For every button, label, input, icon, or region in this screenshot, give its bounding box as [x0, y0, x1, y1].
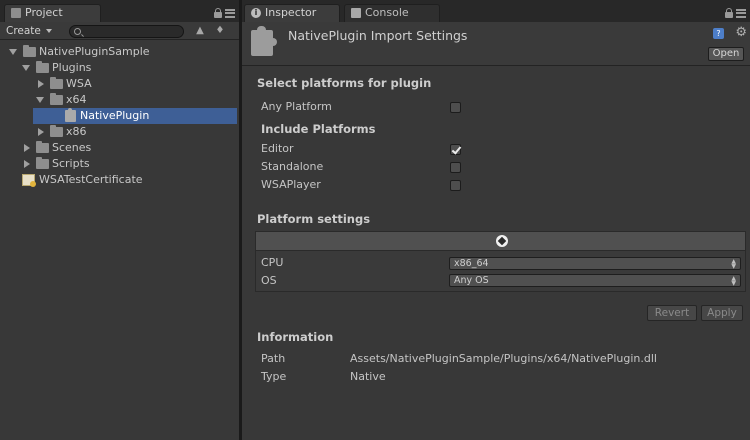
info-icon: i: [251, 8, 261, 18]
panel-menu-icon[interactable]: [225, 8, 235, 18]
inspector-header: NativePlugin Import Settings ? ⚙ Open: [242, 22, 750, 66]
tab-console-label: Console: [365, 6, 409, 19]
cpu-label: CPU: [261, 256, 284, 269]
os-label: OS: [261, 274, 277, 287]
revert-button[interactable]: Revert: [647, 305, 697, 321]
cpu-dropdown-value: x86_64: [454, 258, 489, 269]
tree-item-label: WSA: [66, 77, 92, 90]
editor-label: Editor: [261, 142, 294, 155]
cpu-dropdown[interactable]: x86_64 ▲ ▼: [449, 257, 741, 270]
standalone-label: Standalone: [261, 160, 324, 173]
tree-item-label: Plugins: [52, 61, 92, 74]
tree-item-label: Scripts: [52, 157, 90, 170]
inspector-panel: i Inspector Console NativePlugin Import …: [242, 0, 750, 440]
os-dropdown-value: Any OS: [454, 275, 489, 286]
folder-icon: [23, 45, 36, 57]
folder-icon: [36, 157, 49, 169]
type-label: Type: [261, 370, 287, 383]
tab-inspector[interactable]: i Inspector: [244, 4, 340, 22]
create-button-label: Create: [6, 25, 41, 37]
folder-icon: [50, 77, 63, 89]
editor-checkbox[interactable]: [450, 144, 461, 155]
filter-by-label-icon[interactable]: ♦: [213, 24, 227, 37]
plugin-icon: [65, 108, 76, 122]
tree-item-wsatestcertificate[interactable]: WSATestCertificate: [0, 172, 239, 188]
folder-icon: [36, 61, 49, 73]
filter-by-type-icon[interactable]: ▲: [193, 24, 207, 37]
path-value: Assets/NativePluginSample/Plugins/x64/Na…: [350, 352, 657, 365]
search-input[interactable]: [69, 25, 184, 38]
collapsed-arrow-icon[interactable]: [38, 128, 44, 136]
wsaplayer-checkbox[interactable]: [450, 180, 461, 191]
path-label: Path: [261, 352, 286, 365]
project-panel: Project Create ▲ ♦ NativePluginSample Pl…: [0, 0, 239, 440]
tree-item-scenes[interactable]: Scenes: [0, 140, 239, 156]
tree-item-nativeplugin[interactable]: NativePlugin: [33, 108, 237, 124]
tree-item-label: x86: [66, 125, 87, 138]
tab-console[interactable]: Console: [344, 4, 440, 22]
expand-arrow-icon[interactable]: [9, 49, 17, 55]
any-platform-checkbox[interactable]: [450, 102, 461, 113]
any-platform-label: Any Platform: [261, 100, 332, 113]
inspector-tab-tools: [725, 7, 746, 19]
os-dropdown[interactable]: Any OS ▲ ▼: [449, 274, 741, 287]
tree-item-plugins[interactable]: Plugins: [0, 60, 239, 76]
collapsed-arrow-icon[interactable]: [38, 80, 44, 88]
platform-tabbar: [256, 232, 745, 251]
gear-icon[interactable]: ⚙: [735, 25, 747, 40]
help-icon[interactable]: ?: [713, 28, 724, 39]
tree-item-label: NativePluginSample: [39, 45, 150, 58]
folder-icon: [50, 93, 63, 105]
open-button-label: Open: [712, 48, 740, 59]
expand-arrow-icon[interactable]: [36, 97, 44, 103]
apply-button-label: Apply: [707, 307, 737, 319]
information-title: Information: [257, 330, 334, 344]
tree-item-wsa[interactable]: WSA: [0, 76, 239, 92]
console-icon: [351, 8, 361, 18]
wsaplayer-label: WSAPlayer: [261, 178, 321, 191]
dropdown-arrows-icon: ▲ ▼: [731, 258, 736, 270]
unity-editor-tab-icon[interactable]: [496, 235, 508, 247]
open-button[interactable]: Open: [708, 47, 744, 61]
inspector-title: NativePlugin Import Settings: [288, 28, 468, 43]
tree-item-label: NativePlugin: [80, 109, 150, 122]
tree-item-x86[interactable]: x86: [0, 124, 239, 140]
platform-settings-box: CPU x86_64 ▲ ▼ OS Any OS ▲ ▼: [255, 231, 746, 292]
tab-inspector-label: Inspector: [265, 6, 317, 19]
plugin-icon: [251, 26, 277, 56]
standalone-checkbox[interactable]: [450, 162, 461, 173]
certificate-icon: [22, 174, 36, 187]
tree-item-label: WSATestCertificate: [39, 173, 143, 186]
tab-project-label: Project: [25, 6, 63, 19]
expand-arrow-icon[interactable]: [22, 65, 30, 71]
create-button[interactable]: Create: [6, 24, 53, 38]
folder-tab-icon: [11, 8, 21, 18]
lock-icon[interactable]: [214, 8, 222, 18]
project-toolbar: Create ▲ ♦: [0, 22, 239, 40]
tree-item-nativepluginsample[interactable]: NativePluginSample: [0, 44, 239, 60]
select-platforms-title: Select platforms for plugin: [257, 76, 432, 90]
include-platforms-title: Include Platforms: [261, 122, 376, 136]
folder-icon: [50, 125, 63, 137]
inspector-tabstrip: i Inspector Console: [242, 0, 750, 22]
project-tabstrip: Project: [0, 0, 239, 22]
apply-button[interactable]: Apply: [701, 305, 743, 321]
lock-icon[interactable]: [725, 8, 733, 18]
revert-button-label: Revert: [654, 307, 690, 319]
folder-icon: [36, 141, 49, 153]
tree-item-label: Scenes: [52, 141, 92, 154]
tab-project[interactable]: Project: [4, 4, 101, 22]
tree-item-scripts[interactable]: Scripts: [0, 156, 239, 172]
panel-menu-icon[interactable]: [736, 8, 746, 18]
platform-settings-title: Platform settings: [257, 212, 371, 226]
collapsed-arrow-icon[interactable]: [24, 144, 30, 152]
collapsed-arrow-icon[interactable]: [24, 160, 30, 168]
type-value: Native: [350, 370, 386, 383]
search-icon: [74, 28, 81, 35]
tree-item-label: x64: [66, 93, 87, 106]
tree-item-x64[interactable]: x64: [0, 92, 239, 108]
dropdown-arrows-icon: ▲ ▼: [731, 275, 736, 287]
project-tab-tools: [214, 7, 235, 19]
